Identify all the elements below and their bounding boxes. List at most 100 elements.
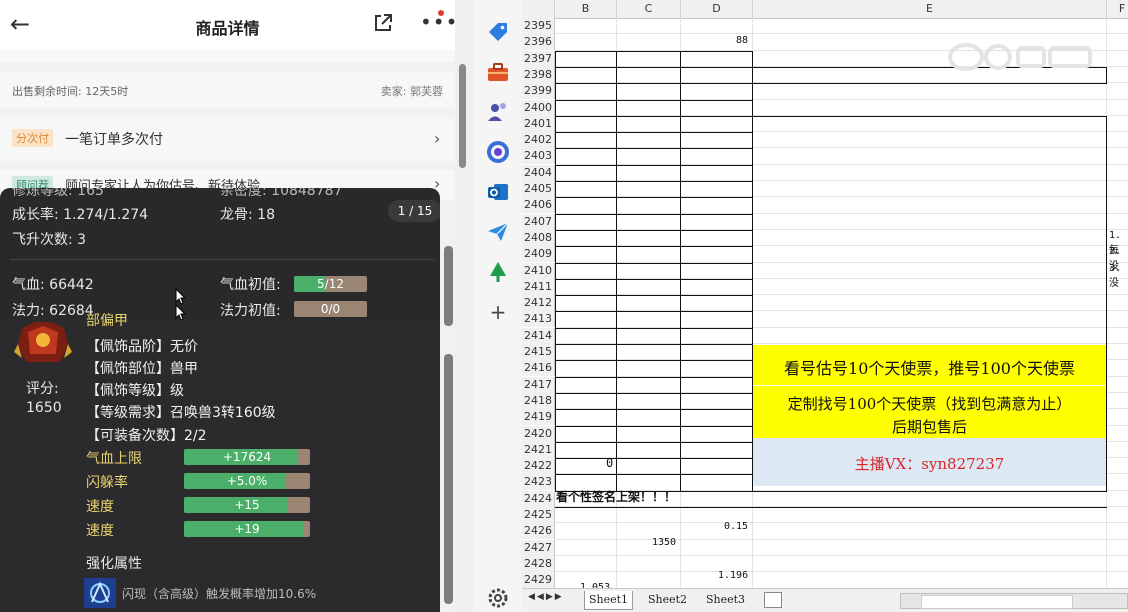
tree-icon[interactable] <box>486 260 510 284</box>
corner-cell[interactable] <box>522 0 555 18</box>
row-header[interactable]: 2416 <box>522 360 555 377</box>
app-rail: + <box>474 0 523 612</box>
spec-line: 【佩饰品阶】无价 <box>86 339 198 355</box>
row-header[interactable]: 2396 <box>522 34 555 51</box>
hp-init-label: 气血初值: <box>220 277 281 293</box>
row-header[interactable]: 2397 <box>522 50 555 67</box>
cell-border <box>555 263 753 264</box>
chevron-right-icon: › <box>434 129 441 148</box>
column-header[interactable]: B <box>555 0 617 18</box>
cell-value: 3. 没 <box>1109 263 1122 289</box>
row-header[interactable]: 2412 <box>522 295 555 312</box>
cultivation-level: 修炼等级: 165 <box>12 188 104 199</box>
tab-sheet1[interactable]: Sheet1 <box>584 591 634 610</box>
toolbox-icon[interactable] <box>486 60 510 84</box>
row-header[interactable]: 2419 <box>522 409 555 426</box>
cell-border <box>555 360 753 361</box>
contact-cell[interactable]: 主播VX：syn827237 <box>753 438 1106 486</box>
seller-name[interactable]: 卖家: 郭芙蓉 <box>381 83 443 99</box>
spec-line: 【可装备次数】2/2 <box>86 428 207 444</box>
row-header[interactable]: 2401 <box>522 115 555 132</box>
tab-sheet3[interactable]: Sheet3 <box>702 591 749 609</box>
highlight-cell[interactable]: 看号估号10个天使票，推号100个天使票 <box>753 345 1106 385</box>
outlook-icon[interactable] <box>486 180 510 204</box>
row-header[interactable]: 2408 <box>522 229 555 246</box>
row-header[interactable]: 2414 <box>522 327 555 344</box>
grid-line <box>555 522 1128 524</box>
row-header[interactable]: 2410 <box>522 262 555 279</box>
column-header[interactable]: E <box>753 0 1107 18</box>
row-header[interactable]: 2406 <box>522 197 555 214</box>
enhance-title: 强化属性 <box>86 556 142 572</box>
scrollbar-thumb[interactable] <box>921 595 1073 609</box>
row-header[interactable]: 2426 <box>522 523 555 540</box>
horizontal-scrollbar[interactable] <box>900 593 1128 609</box>
row-header[interactable]: 2402 <box>522 132 555 149</box>
row-header[interactable]: 2421 <box>522 441 555 458</box>
cell-border <box>555 442 753 443</box>
cell-border <box>555 507 753 508</box>
row-header[interactable]: 2403 <box>522 148 555 165</box>
cell-border <box>555 165 753 166</box>
mp-init-bar: 0/0 <box>294 301 367 317</box>
cell-border <box>555 474 753 475</box>
row-header[interactable]: 2417 <box>522 376 555 393</box>
cell-border <box>555 132 753 133</box>
row-header[interactable]: 2427 <box>522 539 555 556</box>
row-header[interactable]: 2398 <box>522 66 555 83</box>
row-header[interactable]: 2415 <box>522 344 555 360</box>
tab-nav-arrows[interactable]: ◀◀▶▶ <box>528 592 564 602</box>
cell-border <box>1106 116 1107 491</box>
row-header[interactable]: 2395 <box>522 18 555 34</box>
scrollbar-thumb[interactable] <box>459 64 466 168</box>
scrollbar-thumb[interactable] <box>444 246 453 326</box>
service-price-line: 后期包售后 <box>891 418 967 436</box>
highlight-cell[interactable]: 定制找号100个天使票（找到包满意为止） 后期包售后 <box>753 386 1106 438</box>
scrollbar-thumb[interactable] <box>444 354 453 604</box>
row-header[interactable]: 2418 <box>522 392 555 409</box>
sheet-tabs-bar: ◀◀▶▶ Sheet1 Sheet2 Sheet3 <box>522 588 1128 612</box>
attr-name: 气血上限 <box>86 451 142 467</box>
row-header[interactable]: 2405 <box>522 181 555 197</box>
tab-sheet2[interactable]: Sheet2 <box>644 591 691 609</box>
row-header[interactable]: 2400 <box>522 99 555 116</box>
hp: 气血: 66442 <box>12 277 94 293</box>
row-header[interactable]: 2425 <box>522 507 555 523</box>
attr-name: 速度 <box>86 523 114 539</box>
cell-border <box>752 83 1107 84</box>
column-header[interactable]: F <box>1107 0 1128 18</box>
row-header[interactable]: 2399 <box>522 83 555 100</box>
row-header[interactable]: 2429 <box>522 572 555 589</box>
cell-border <box>555 197 753 198</box>
cell-border <box>555 214 753 215</box>
cell-border <box>555 51 556 491</box>
people-icon[interactable] <box>486 100 510 124</box>
tag-icon[interactable] <box>486 20 510 44</box>
row-header[interactable]: 2428 <box>522 555 555 572</box>
row-header[interactable]: 2424 <box>522 490 555 507</box>
installment-row[interactable]: 分次付 一笔订单多次付 › <box>0 117 455 161</box>
dragon-bone: 龙骨: 18 <box>220 207 275 223</box>
send-icon[interactable] <box>486 220 510 244</box>
row-header[interactable]: 2407 <box>522 213 555 230</box>
row-header[interactable]: 2404 <box>522 164 555 181</box>
growth-rate: 成长率: 1.274/1.274 <box>12 207 149 223</box>
column-header[interactable]: C <box>617 0 681 18</box>
row-header[interactable]: 2411 <box>522 278 555 295</box>
row-header[interactable]: 2413 <box>522 311 555 328</box>
share-icon[interactable] <box>372 12 394 34</box>
add-icon[interactable]: + <box>486 300 510 324</box>
loop-icon[interactable] <box>486 140 510 164</box>
row-header[interactable]: 2409 <box>522 246 555 263</box>
row-header[interactable]: 2422 <box>522 458 555 475</box>
cell-border <box>555 148 753 149</box>
ascend-count: 飞升次数: 3 <box>12 232 87 248</box>
time-left: 出售剩余时间: 12天5时 <box>12 85 129 98</box>
column-header[interactable]: D <box>681 0 753 18</box>
mp: 法力: 62684 <box>12 303 94 319</box>
add-sheet-icon[interactable] <box>764 592 782 608</box>
row-header[interactable]: 2423 <box>522 474 555 491</box>
row-header[interactable]: 2420 <box>522 425 555 442</box>
cell-border <box>555 181 753 182</box>
gear-icon[interactable] <box>486 586 510 610</box>
